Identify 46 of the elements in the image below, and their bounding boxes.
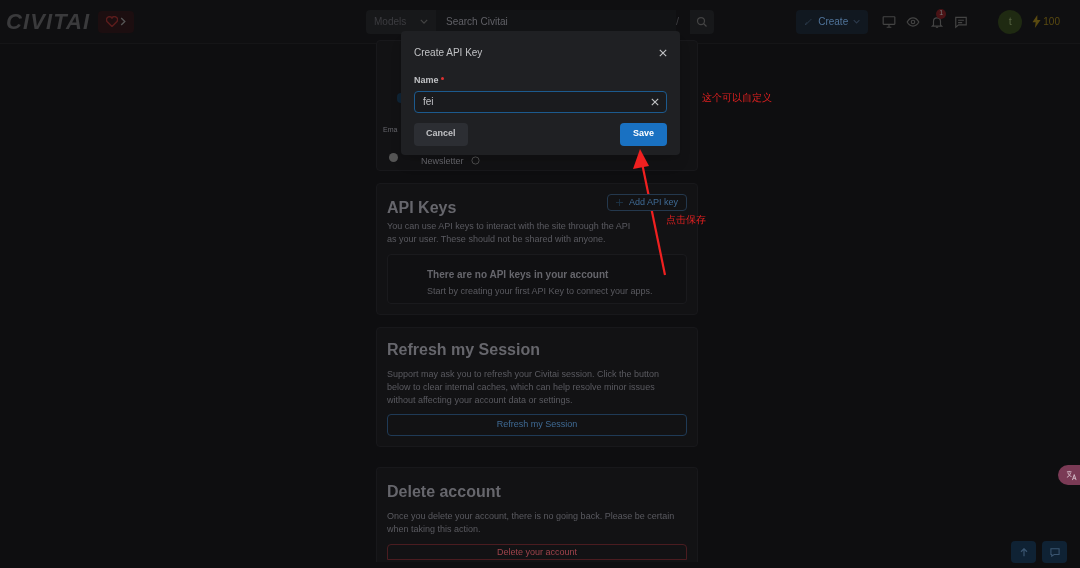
name-input-field[interactable]: fei — [414, 90, 667, 113]
save-button[interactable]: Save — [619, 122, 667, 146]
chevron-down-icon — [853, 19, 861, 24]
refresh-session-button[interactable]: Refresh my Session — [387, 414, 687, 436]
empty-state-text: Start by creating your first API Key to connect your apps. — [427, 285, 654, 298]
brush-icon — [804, 16, 814, 27]
chevron-right-icon — [120, 17, 127, 26]
translate-icon — [1065, 469, 1077, 481]
search-button[interactable] — [690, 9, 714, 34]
plus-icon — [615, 199, 623, 206]
search-icon — [696, 15, 708, 28]
close-icon[interactable] — [659, 48, 667, 57]
info-icon — [471, 156, 480, 165]
annotation-text: 点击保存 — [666, 213, 706, 227]
search-field[interactable]: Search Civitai — [436, 9, 676, 34]
section-description: You can use API keys to interact with the site through the API as your user. These should not be shared with anyone. — [387, 220, 632, 246]
translate-button[interactable] — [1058, 465, 1080, 485]
create-button[interactable]: Create — [796, 9, 869, 34]
dialog-title: Create API Key — [414, 46, 483, 60]
newsletter-label: Newsletter — [421, 155, 464, 168]
chat-icon — [1049, 547, 1060, 557]
chat-button[interactable] — [1042, 541, 1067, 563]
section-title: Refresh my Session — [387, 340, 541, 360]
monitor-icon[interactable] — [882, 14, 897, 29]
arrow-up-icon — [1019, 547, 1028, 557]
heart-icon — [106, 16, 119, 27]
section-description: Support may ask you to refresh your Civitai session. Click the button below to clear internal caches, which can help resolve minor issues without affecting your account data or settings. — [387, 368, 661, 407]
heart-button[interactable] — [98, 10, 135, 33]
section-description: Once you delete your account, there is no going back. Please be certain when taking this action. — [387, 510, 676, 536]
bell-icon[interactable] — [930, 14, 945, 29]
section-title: API Keys — [387, 198, 457, 218]
eye-icon[interactable] — [906, 14, 921, 29]
delete-account-button[interactable]: Delete your account — [387, 544, 687, 560]
lightning-icon — [1032, 15, 1042, 28]
clear-icon[interactable] — [651, 97, 659, 106]
section-title: Delete account — [387, 482, 502, 502]
shortcut-key: / — [676, 13, 690, 30]
cancel-button[interactable]: Cancel — [414, 122, 468, 146]
empty-state-title: There are no API keys in your account — [427, 268, 610, 282]
chevron-down-icon — [420, 19, 428, 24]
field-label: Name — [414, 74, 439, 87]
buzz-count: 100 — [1043, 15, 1060, 29]
annotation-text: 这个可以自定义 — [702, 91, 772, 105]
add-api-key-button[interactable]: Add API key — [606, 194, 687, 211]
scroll-top-button[interactable] — [1011, 541, 1036, 563]
chat-icon[interactable] — [954, 14, 969, 29]
